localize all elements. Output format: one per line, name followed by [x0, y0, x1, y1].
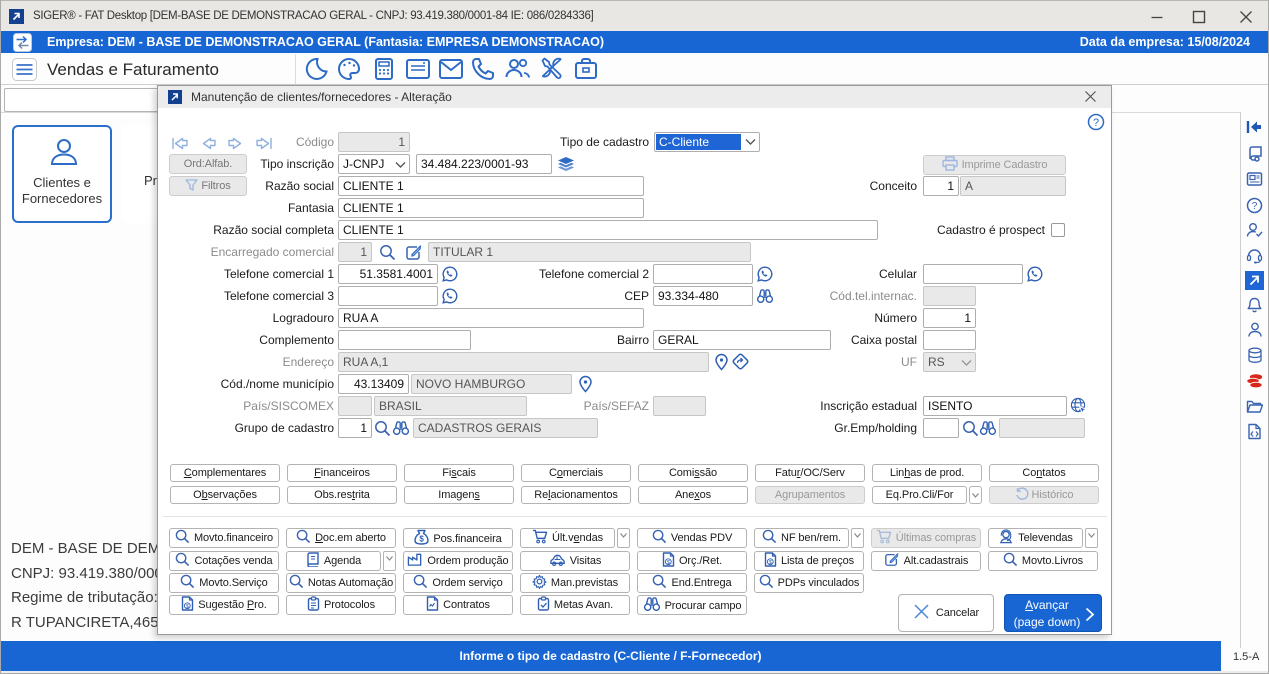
svg-text:?: ?: [1093, 117, 1099, 129]
svg-text:$: $: [186, 604, 189, 610]
svg-text:$: $: [420, 535, 425, 544]
svg-text:$: $: [769, 560, 772, 566]
svg-text:$: $: [667, 560, 670, 566]
svg-text:?: ?: [1252, 201, 1258, 212]
